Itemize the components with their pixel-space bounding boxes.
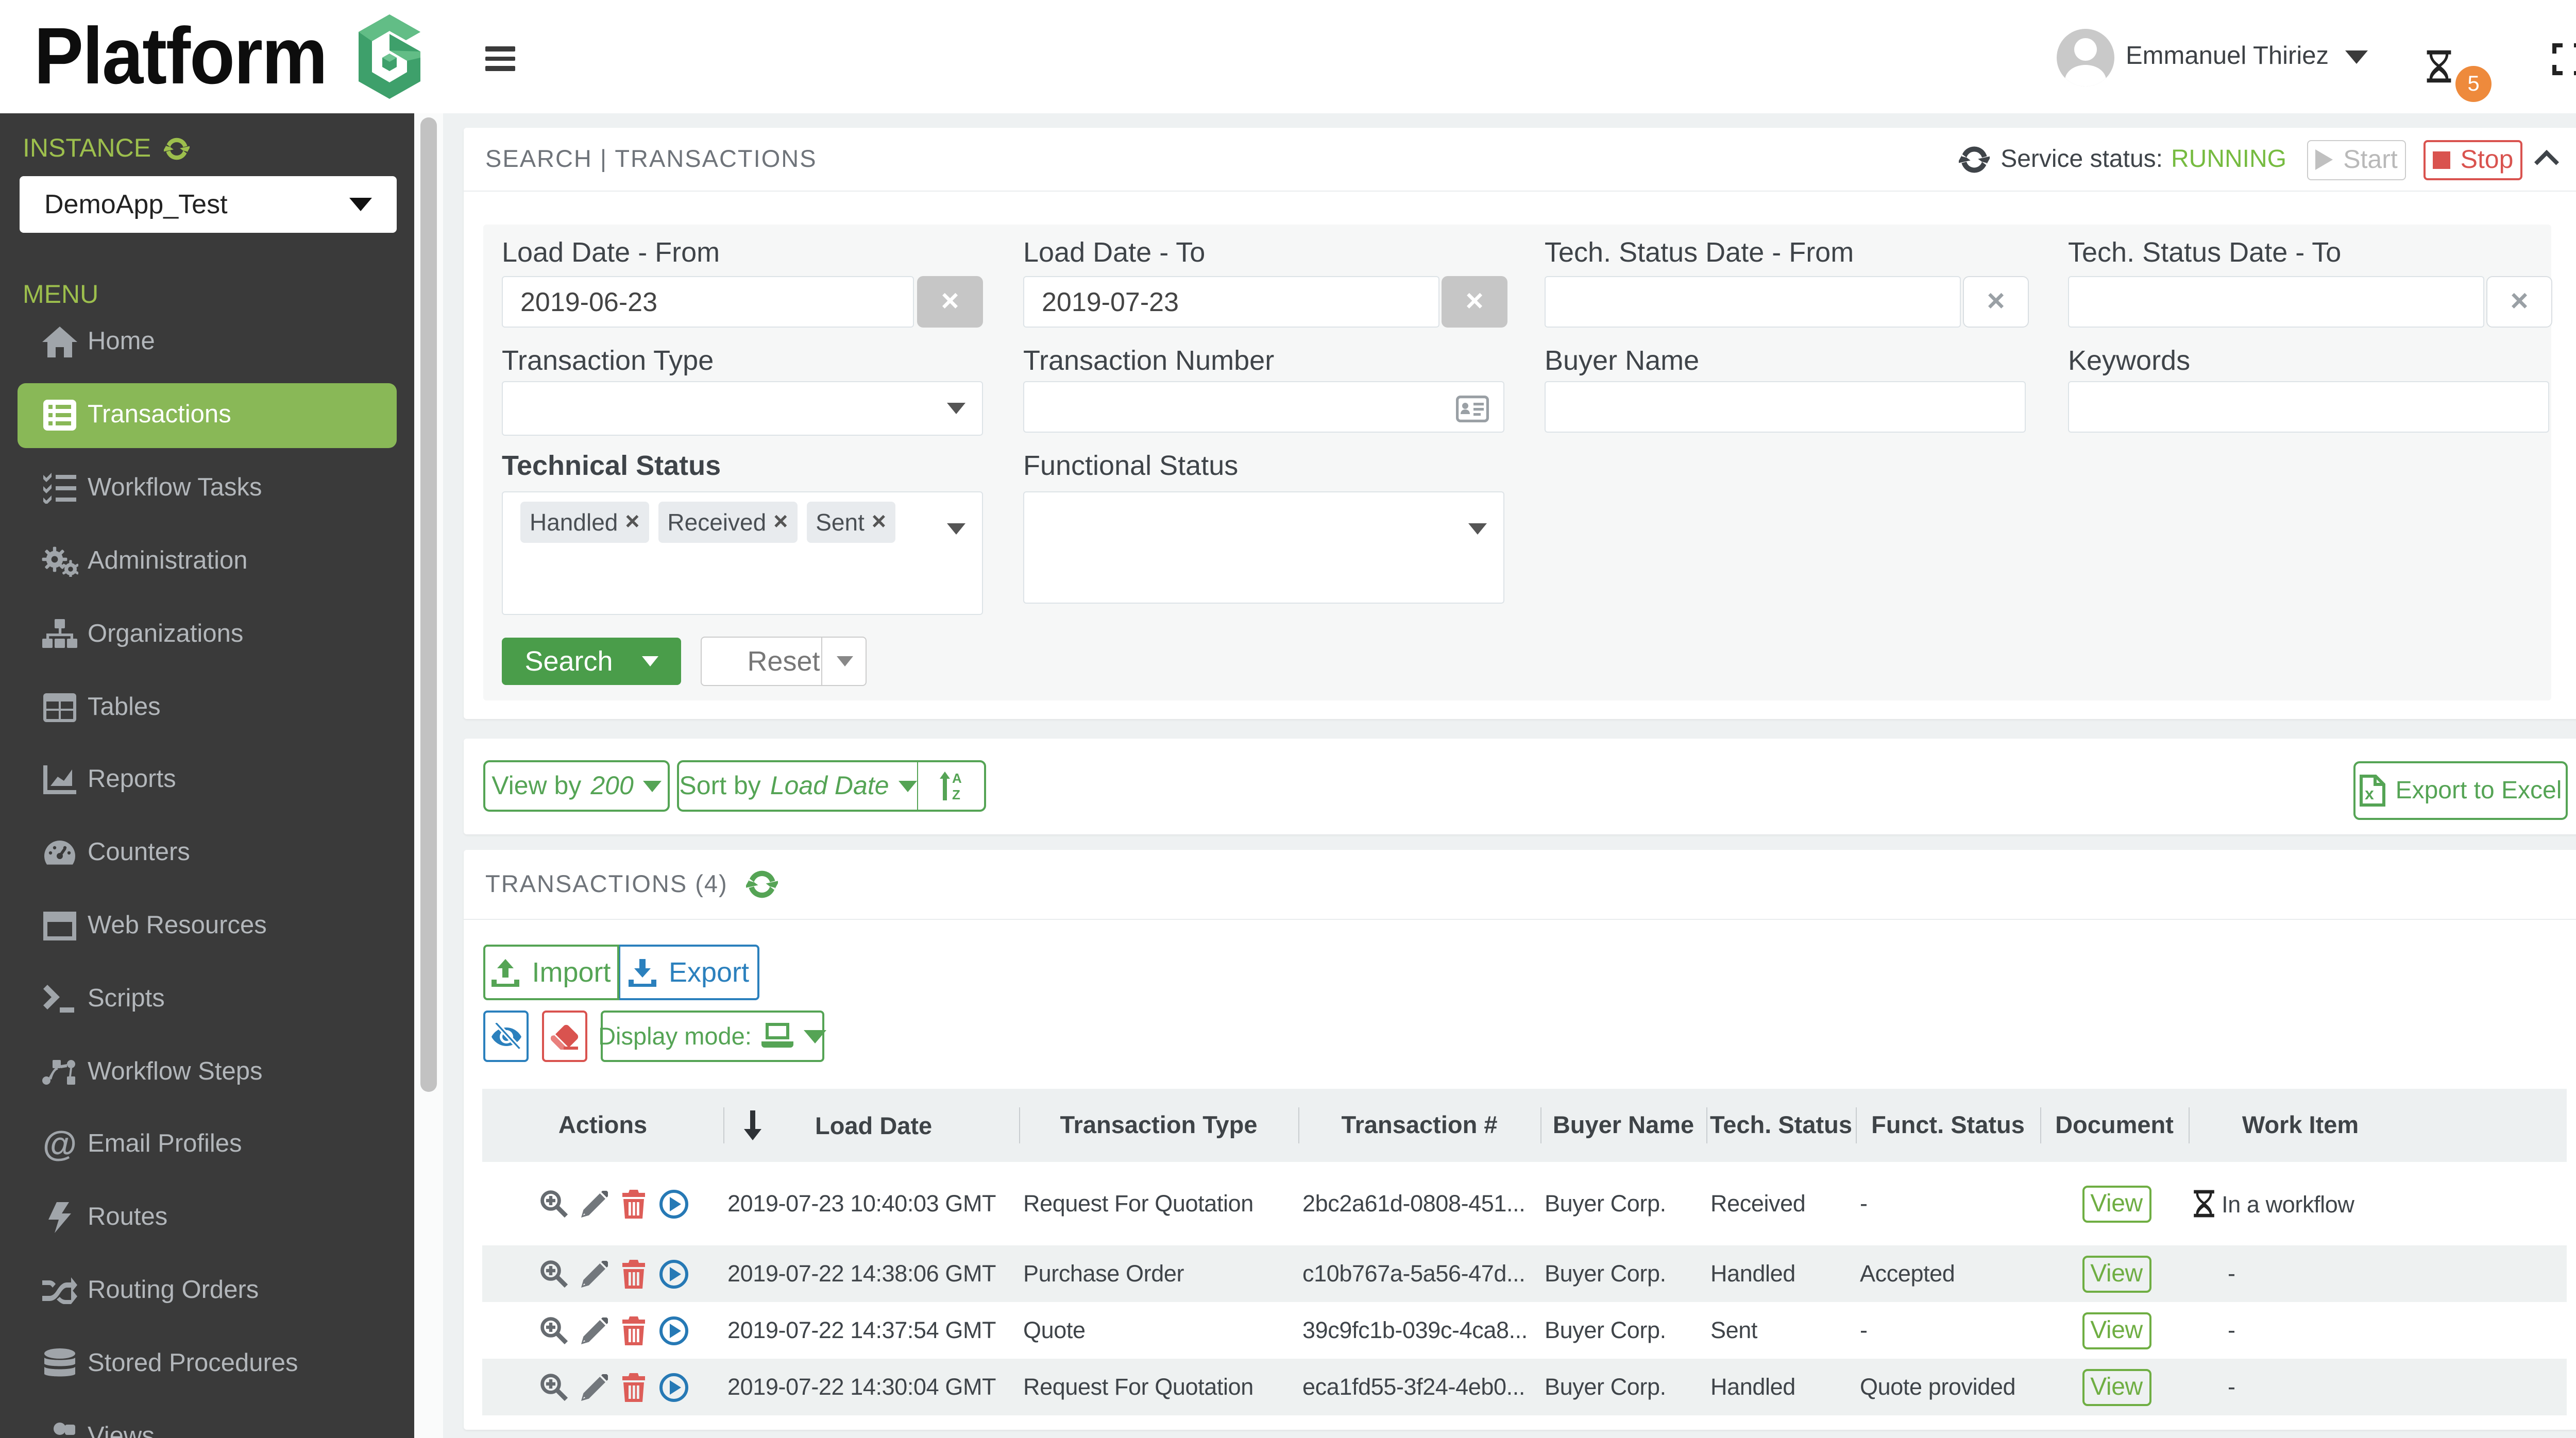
svg-text:x: x [2365, 784, 2374, 803]
svg-text:Z: Z [952, 787, 960, 800]
svg-text:A: A [952, 772, 961, 786]
